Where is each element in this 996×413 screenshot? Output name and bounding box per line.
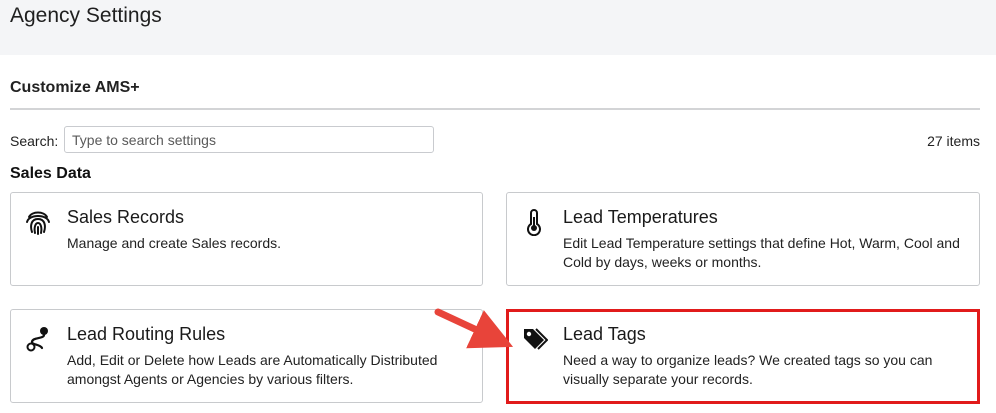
card-lead-routing-rules[interactable]: Lead Routing Rules Add, Edit or Delete h… [10,309,483,403]
card-lead-temperatures[interactable]: Lead Temperatures Edit Lead Temperature … [506,192,980,286]
page-header: Agency Settings [0,0,996,55]
card-description: Edit Lead Temperature settings that defi… [563,235,960,270]
fingerprint-icon [26,211,50,235]
card-description: Need a way to organize leads? We created… [563,352,933,387]
card-title: Lead Routing Rules [67,324,226,344]
tags-icon [524,328,548,350]
card-title: Lead Tags [563,324,646,344]
section-divider [10,108,980,110]
page-title: Agency Settings [10,4,162,27]
group-title-sales-data: Sales Data [10,165,91,182]
card-lead-tags[interactable]: Lead Tags Need a way to organize leads? … [506,309,980,404]
items-count: 27 items [927,133,980,149]
red-arrow-annotation [434,308,514,349]
card-description: Manage and create Sales records. [67,235,282,251]
card-description: Add, Edit or Delete how Leads are Automa… [67,352,438,387]
search-input[interactable] [64,126,434,153]
thermometer-icon [527,209,541,236]
card-sales-records[interactable]: Sales Records Manage and create Sales re… [10,192,483,286]
card-title: Sales Records [67,207,185,227]
route-icon [26,327,48,352]
section-title: Customize AMS+ [10,79,140,96]
card-title: Lead Temperatures [563,207,718,227]
search-label: Search: [10,133,59,149]
